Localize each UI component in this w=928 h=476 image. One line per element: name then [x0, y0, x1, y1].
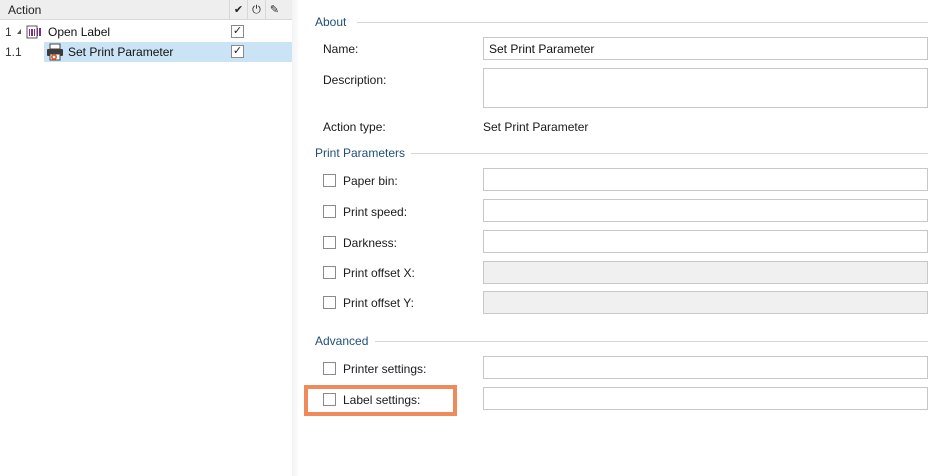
advanced-group-title: Advanced — [315, 334, 369, 348]
print-offset-y-input[interactable] — [483, 291, 928, 314]
tree-row-set-print-parameter[interactable]: 1.1 Set Print Parameter ✓ — [0, 42, 292, 62]
label-settings-highlight — [304, 385, 457, 416]
paper-bin-label[interactable]: Paper bin: — [343, 174, 398, 188]
enabled-checkbox[interactable]: ✓ — [231, 45, 244, 58]
print-offset-x-label[interactable]: Print offset X: — [343, 266, 415, 280]
print-parameters-divider — [411, 153, 928, 154]
action-tree-panel: Action ✔ ⏻ ✎ 1 Open Label ✓ 1.1 Set Prin… — [0, 0, 292, 476]
tree-item-label[interactable]: Open Label — [48, 25, 110, 39]
name-input[interactable] — [483, 37, 928, 60]
tree-row-open-label[interactable]: 1 Open Label ✓ — [0, 22, 292, 42]
label-settings-input[interactable] — [483, 387, 928, 410]
action-column-header[interactable]: Action — [8, 3, 41, 17]
print-speed-checkbox[interactable] — [323, 205, 336, 218]
paper-bin-input[interactable] — [483, 168, 928, 191]
check-icon[interactable]: ✔ — [229, 0, 247, 20]
print-parameters-group-title: Print Parameters — [315, 146, 406, 160]
collapse-triangle-icon[interactable] — [17, 29, 21, 34]
darkness-input[interactable] — [483, 230, 928, 253]
panel-splitter[interactable] — [292, 0, 298, 476]
print-offset-y-checkbox[interactable] — [323, 296, 336, 309]
print-speed-label[interactable]: Print speed: — [343, 205, 407, 219]
paper-bin-checkbox[interactable] — [323, 174, 336, 187]
about-group-title: About — [315, 15, 347, 29]
printer-settings-label[interactable]: Printer settings: — [343, 362, 426, 376]
row-number: 1 — [5, 25, 12, 39]
darkness-checkbox[interactable] — [323, 236, 336, 249]
printer-icon — [46, 43, 64, 61]
print-offset-x-checkbox[interactable] — [323, 266, 336, 279]
pencil-icon[interactable]: ✎ — [265, 0, 283, 20]
tree-item-label[interactable]: Set Print Parameter — [68, 45, 173, 59]
name-label: Name: — [323, 42, 359, 56]
row-number: 1.1 — [5, 45, 22, 59]
description-input[interactable] — [483, 68, 928, 108]
label-icon — [25, 23, 43, 41]
action-type-label: Action type: — [323, 120, 386, 134]
darkness-label[interactable]: Darkness: — [343, 236, 397, 250]
advanced-divider — [375, 341, 928, 342]
enabled-checkbox[interactable]: ✓ — [231, 25, 244, 38]
printer-settings-checkbox[interactable] — [323, 362, 336, 375]
power-icon[interactable]: ⏻ — [247, 0, 265, 20]
print-speed-input[interactable] — [483, 199, 928, 222]
print-offset-y-label[interactable]: Print offset Y: — [343, 296, 414, 310]
printer-settings-input[interactable] — [483, 356, 928, 379]
action-type-value: Set Print Parameter — [483, 120, 589, 134]
description-label: Description: — [323, 73, 387, 87]
print-offset-x-input[interactable] — [483, 261, 928, 284]
about-divider — [357, 22, 928, 23]
tree-header: Action ✔ ⏻ ✎ — [0, 0, 292, 20]
